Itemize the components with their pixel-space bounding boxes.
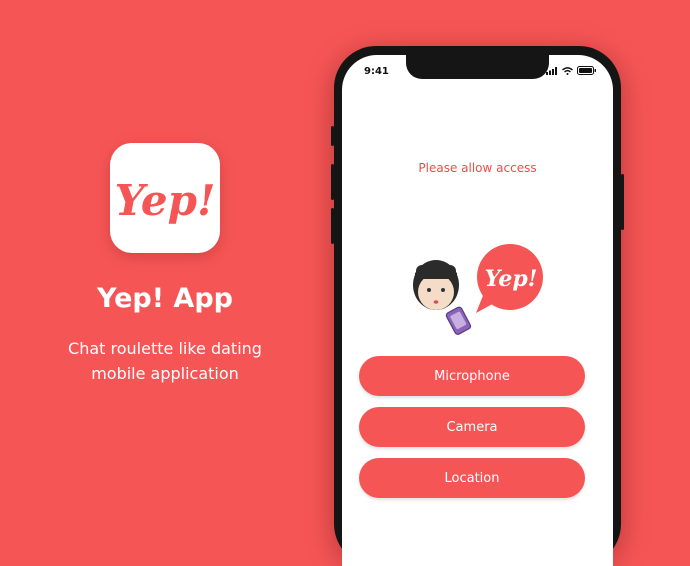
- status-icons: [546, 66, 597, 75]
- phone-mockup: 9:41 Please allow access Yep! Microphone…: [331, 46, 624, 566]
- tagline-line-2: mobile application: [91, 364, 239, 383]
- access-title: Please allow access: [418, 161, 537, 175]
- signal-icon: [546, 66, 557, 75]
- phone-volume-up: [331, 164, 334, 200]
- camera-button[interactable]: Camera: [359, 407, 585, 447]
- phone-notch: [406, 55, 549, 79]
- status-time: 9:41: [364, 66, 389, 77]
- battery-icon: [577, 66, 596, 75]
- yep-logo-icon: Yep!: [115, 176, 215, 225]
- bubble-logo-text: Yep!: [485, 266, 538, 292]
- wifi-icon: [562, 66, 573, 75]
- app-name: Yep! App: [97, 283, 233, 314]
- phone-silent-switch: [331, 126, 334, 146]
- tagline-line-1: Chat roulette like dating: [68, 339, 262, 358]
- svg-text:Yep!: Yep!: [115, 176, 215, 225]
- location-button[interactable]: Location: [359, 458, 585, 498]
- phone-screen: 9:41 Please allow access Yep! Microphone…: [342, 55, 613, 566]
- app-icon-logo: Yep!: [110, 143, 220, 253]
- phone-power-button: [621, 174, 624, 230]
- app-tagline: Chat roulette like dating mobile applica…: [40, 336, 290, 386]
- girl-illustration: Yep!: [413, 244, 543, 335]
- microphone-button[interactable]: Microphone: [359, 356, 585, 396]
- phone-volume-down: [331, 208, 334, 244]
